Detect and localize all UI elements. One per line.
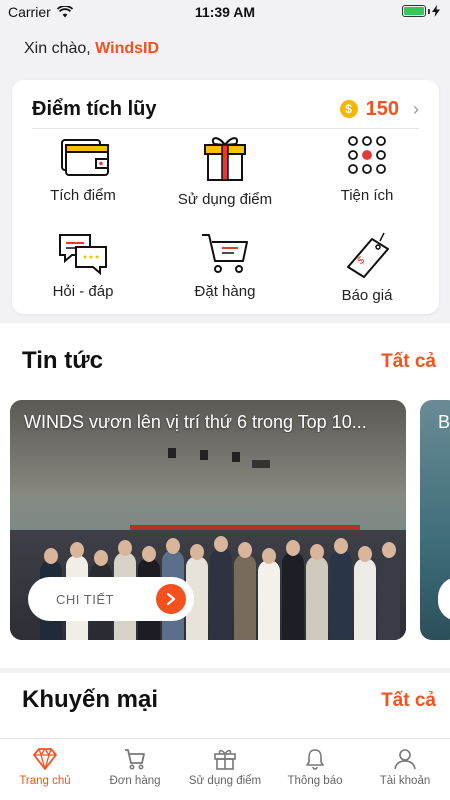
arrow-right-icon <box>156 584 186 614</box>
cart-icon <box>202 234 248 273</box>
feature-label: Tích điểm <box>50 187 116 204</box>
feature-label: Đặt hàng <box>194 283 256 300</box>
news-detail-button[interactable]: CHI TIẾT <box>28 577 194 621</box>
status-bar: Carrier 11:39 AM <box>0 0 450 24</box>
coin-icon: $ <box>339 100 358 118</box>
gift-icon <box>214 749 236 770</box>
tab-use-points[interactable]: Sử dụng điểm <box>180 739 270 800</box>
tab-label: Đơn hàng <box>109 775 161 787</box>
points-header[interactable]: Điểm tích lũy $ 150 › <box>32 92 419 126</box>
promotions-title: Khuyến mại <box>22 686 159 713</box>
promotions-see-all-link[interactable]: Tất cả <box>381 690 436 712</box>
bell-icon <box>306 749 324 770</box>
points-balance[interactable]: $ 150 › <box>339 97 419 121</box>
feature-earn-points[interactable]: Tích điểm <box>12 135 154 215</box>
feature-use-points[interactable]: Sử dụng điểm <box>154 135 296 215</box>
news-section: Tin tức Tất cả WINDS vươn lên vị trí thứ… <box>0 323 450 668</box>
news-see-all-link[interactable]: Tất cả <box>381 351 436 373</box>
tab-label: Sử dụng điểm <box>188 775 262 787</box>
tab-label: Tài khoản <box>379 775 431 787</box>
gift-icon <box>204 137 246 181</box>
tab-label: Trang chủ <box>19 775 71 787</box>
news-detail-button[interactable] <box>438 577 450 621</box>
feature-utilities[interactable]: Tiện ích <box>296 135 438 215</box>
price-tag-icon: $ <box>347 232 389 278</box>
divider <box>32 128 419 129</box>
cart-icon <box>125 749 145 770</box>
tab-label: Thông báo <box>287 775 343 787</box>
tab-account[interactable]: Tài khoản <box>360 739 450 800</box>
points-title: Điểm tích lũy <box>32 97 157 120</box>
points-amount: 150 <box>365 97 399 120</box>
feature-quote[interactable]: $ Báo giá <box>296 231 438 311</box>
greeting-prefix: Xin chào, <box>24 40 96 57</box>
wallet-icon <box>61 139 109 176</box>
news-title: Tin tức <box>22 347 103 374</box>
feature-label: Sử dụng điểm <box>177 191 273 208</box>
feature-order[interactable]: Đặt hàng <box>154 231 296 311</box>
tab-bar: Trang chủ Đơn hàng Sử dụng điểm Thông bá… <box>0 738 450 800</box>
points-card: Điểm tích lũy $ 150 › Tích điểm Sử dụng … <box>12 80 439 314</box>
feature-label: Hỏi - đáp <box>52 283 114 300</box>
user-icon <box>394 749 416 770</box>
tab-orders[interactable]: Đơn hàng <box>90 739 180 800</box>
diamond-icon <box>33 748 57 770</box>
news-card-next[interactable]: B <box>420 400 450 640</box>
ceiling-lights <box>168 448 270 468</box>
status-time: 11:39 AM <box>194 4 256 20</box>
apps-grid-icon <box>348 136 386 174</box>
greeting: Xin chào, WindsID <box>24 40 159 58</box>
tab-notifications[interactable]: Thông báo <box>270 739 360 800</box>
tab-home[interactable]: Trang chủ <box>0 739 90 800</box>
news-card-title: WINDS vươn lên vị trí thứ 6 trong Top 10… <box>24 412 367 432</box>
greeting-username: WindsID <box>95 40 160 57</box>
detail-button-label: CHI TIẾT <box>56 591 114 607</box>
news-card[interactable]: WINDS vươn lên vị trí thứ 6 trong Top 10… <box>10 400 406 640</box>
battery-icon <box>402 5 440 17</box>
charging-icon <box>432 5 440 17</box>
chevron-right-icon: › <box>413 98 419 119</box>
feature-qa[interactable]: Hỏi - đáp <box>12 231 154 311</box>
promotions-section: Khuyến mại Tất cả <box>0 673 450 738</box>
feature-label: Báo giá <box>341 287 393 304</box>
news-card-title: B <box>438 412 450 432</box>
feature-label: Tiện ích <box>340 187 394 204</box>
chat-icon <box>59 234 107 275</box>
